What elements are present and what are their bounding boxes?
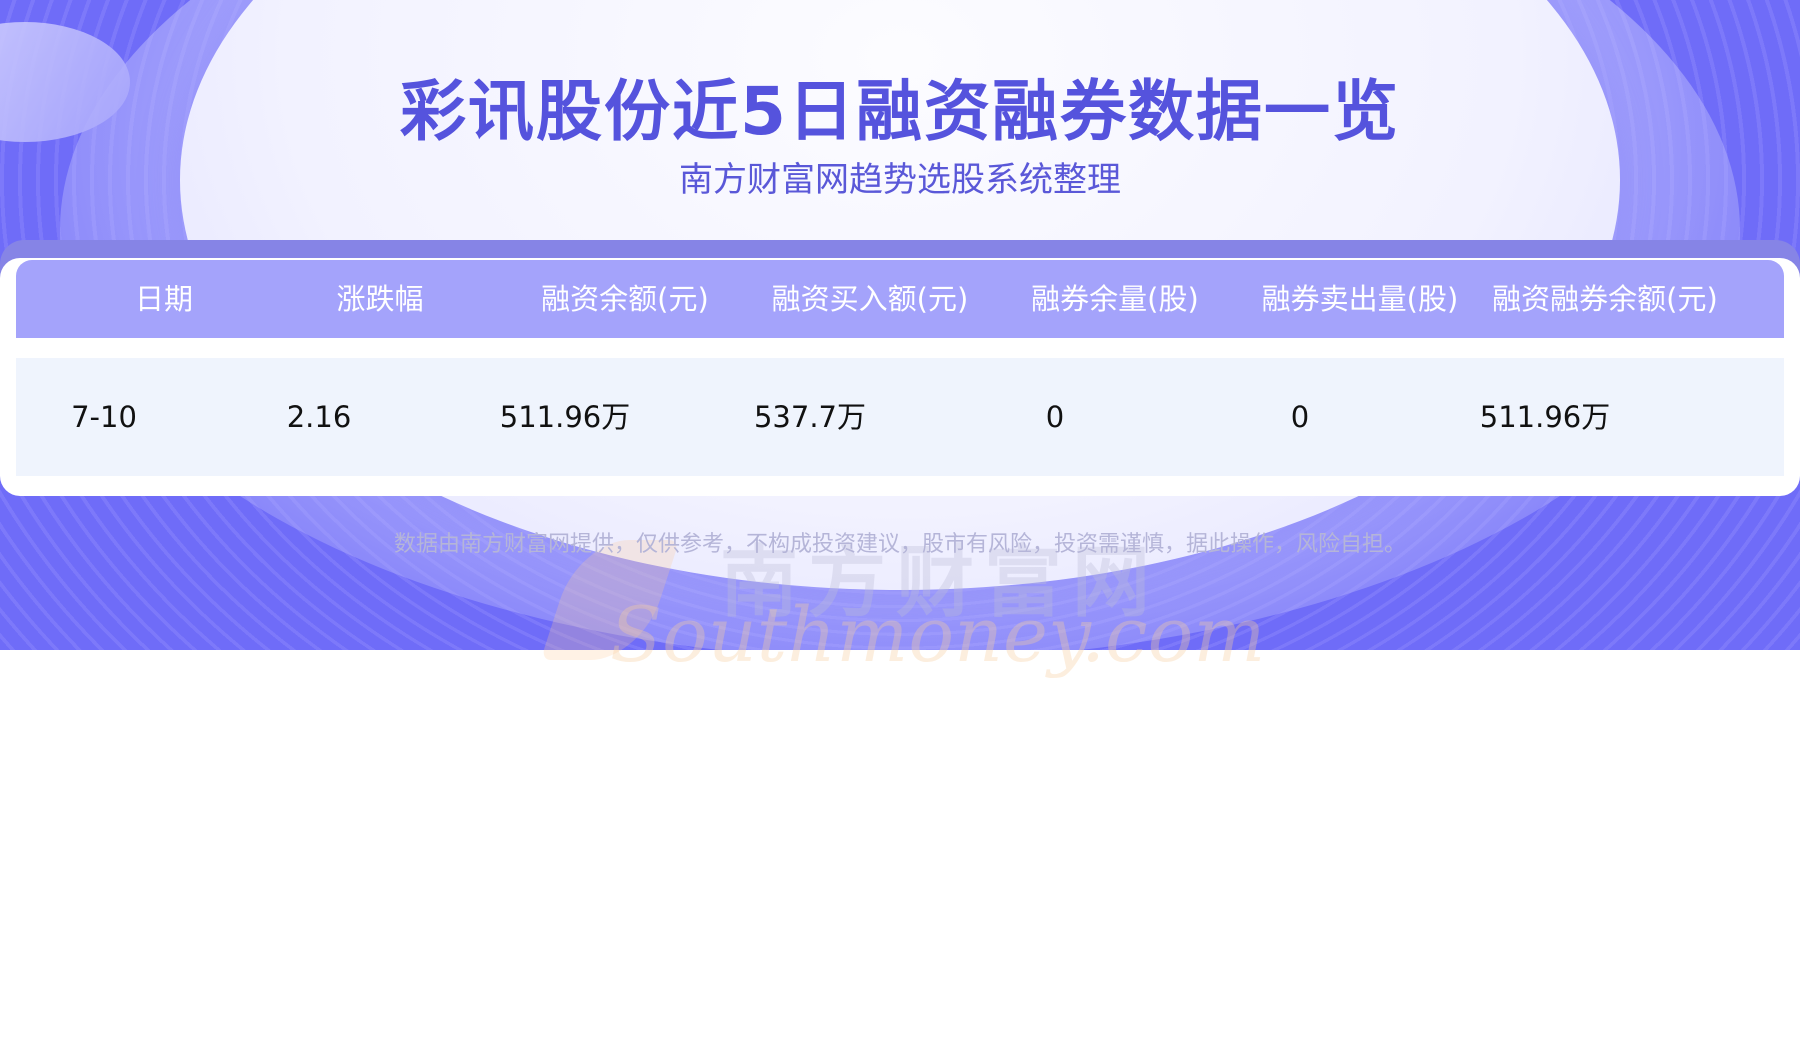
- column-header-margin-buy: 融资买入额(元): [771, 282, 969, 316]
- cell-total-balance: 511.96万: [1479, 400, 1611, 434]
- cell-short-sell: 0: [1290, 400, 1310, 434]
- page-subtitle: 南方财富网趋势选股系统整理: [679, 160, 1121, 200]
- column-header-change: 涨跌幅: [336, 282, 424, 316]
- cell-margin-balance: 511.96万: [499, 400, 631, 434]
- column-header-margin-balance: 融资余额(元): [541, 282, 709, 316]
- watermark-en: Southmoney.com: [610, 590, 1266, 679]
- cell-change: 2.16: [286, 400, 352, 434]
- cell-short-volume: 0: [1045, 400, 1065, 434]
- column-header-short-volume: 融券余量(股): [1031, 282, 1199, 316]
- column-header-date: 日期: [134, 282, 193, 316]
- cell-date: 7-10: [71, 400, 137, 434]
- column-header-total-balance: 融资融券余额(元): [1492, 282, 1718, 316]
- cell-margin-buy: 537.7万: [753, 400, 867, 434]
- column-header-short-sell: 融券卖出量(股): [1261, 282, 1459, 316]
- page-title: 彩讯股份近5日融资融券数据一览: [400, 73, 1400, 150]
- disclaimer-text: 数据由南方财富网提供，仅供参考，不构成投资建议，股市有风险，投资需谨慎，据此操作…: [393, 532, 1406, 557]
